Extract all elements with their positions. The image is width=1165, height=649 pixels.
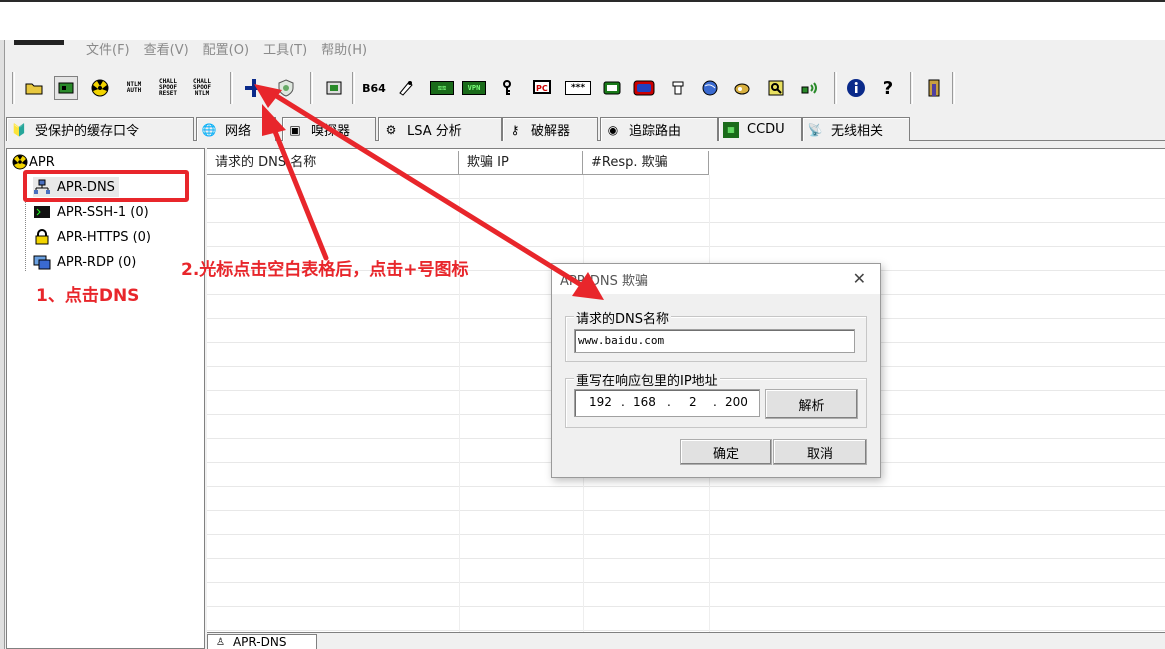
annotation-arrow	[269, 121, 329, 261]
annotation-step2: 2.光标点击空白表格后，点击+号图标	[181, 260, 469, 280]
annotation-arrows	[254, 84, 604, 300]
annotation-arrowhead	[262, 104, 286, 136]
annotation-arrowhead	[572, 272, 604, 300]
